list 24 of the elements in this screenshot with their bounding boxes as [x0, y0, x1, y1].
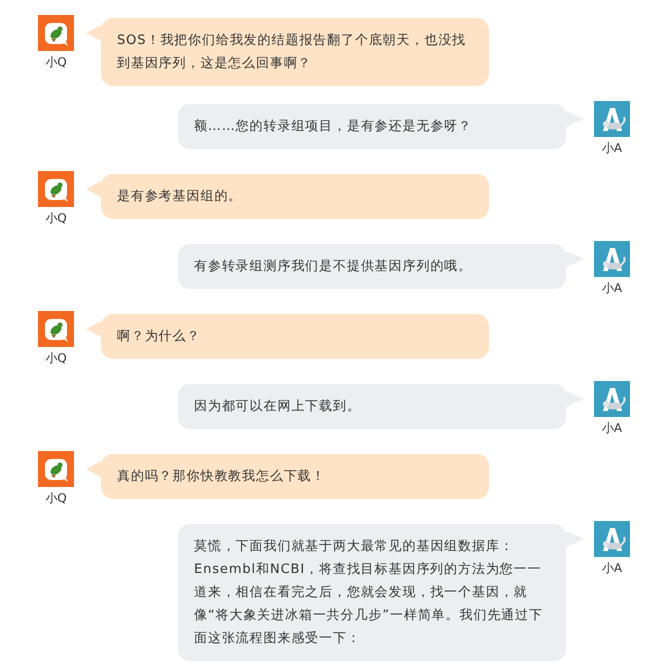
avatar-icon: [38, 171, 74, 207]
user-name: 小A: [602, 281, 622, 296]
user-name: 小Q: [45, 211, 67, 226]
avatar-icon: [38, 311, 74, 347]
avatar-icon: [594, 101, 630, 137]
message-bubble: 因为都可以在网上下载到。: [178, 384, 566, 429]
avatar-icon: [38, 451, 74, 487]
avatar-icon: [38, 15, 74, 51]
avatar-icon: [594, 241, 630, 277]
user-name: 小A: [602, 561, 622, 576]
message-bubble: 额……您的转录组项目，是有参还是无参呀？: [178, 104, 566, 149]
message-bubble: 有参转录组测序我们是不提供基因序列的哦。: [178, 244, 566, 289]
message-bubble: 啊？为什么？: [101, 314, 489, 359]
message-bubble: 莫慌，下面我们就基于两大最常见的基因组数据库：Ensembl和NCBI，将查找目标基因序列的方法为您一一道来，相信在看完之后，您就会发现，找一个基因，就像“将大象关进冰箱一共分几步”一样简单。我们先通过下面这张流程图来感受一下：: [178, 524, 566, 661]
user-name: 小Q: [45, 55, 67, 70]
message-bubble: 真的吗？那你快教教我怎么下载！: [101, 454, 489, 499]
avatar-icon: [594, 521, 630, 557]
user-name: 小A: [602, 421, 622, 436]
message-bubble: 是有参考基因组的。: [101, 174, 489, 219]
user-name: 小Q: [45, 351, 67, 366]
user-name: 小A: [602, 141, 622, 156]
avatar-icon: [594, 381, 630, 417]
user-name: 小Q: [45, 491, 67, 506]
message-bubble: SOS！我把你们给我发的结题报告翻了个底朝天，也没找到基因序列，这是怎么回事啊？: [101, 18, 489, 86]
